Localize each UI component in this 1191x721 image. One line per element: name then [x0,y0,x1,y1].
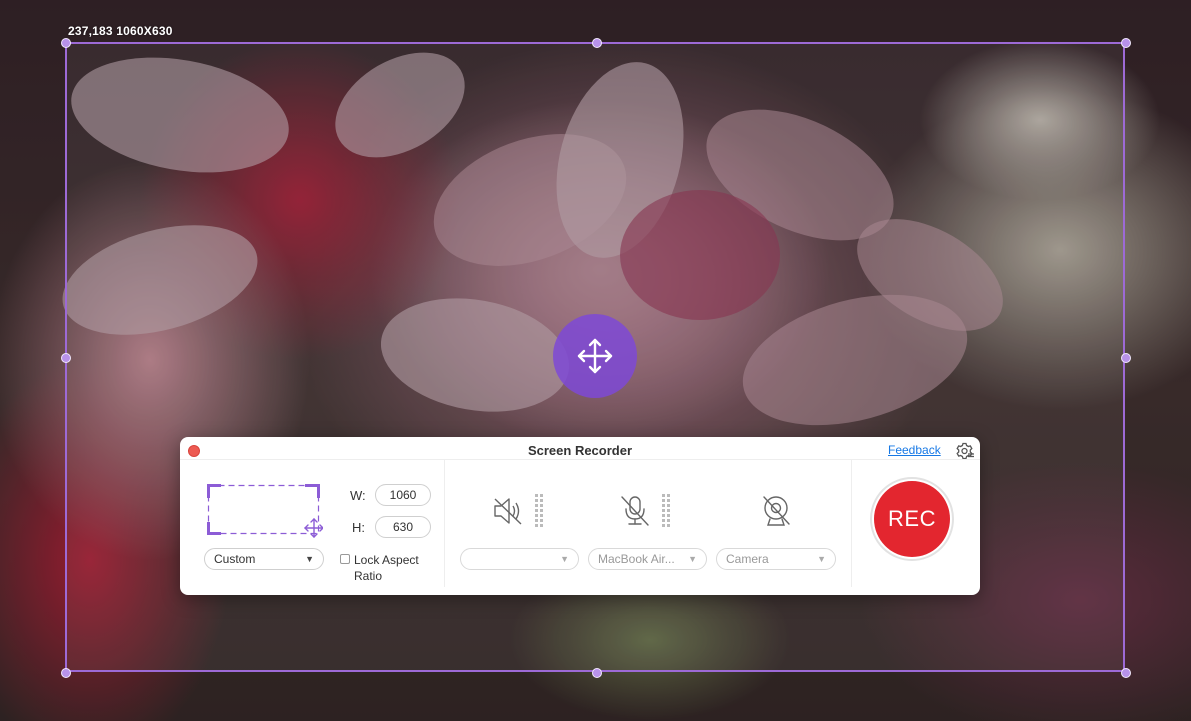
system-sound-level-meter [535,494,543,527]
header-divider [180,459,980,460]
selection-coordinates: 237,183 1060X630 [68,24,173,38]
region-mode-value: Custom [214,552,256,566]
system-sound-select[interactable]: ▼ [460,548,579,570]
section-divider [851,459,852,587]
resize-handle-right[interactable] [1121,353,1131,363]
feedback-link[interactable]: Feedback [888,443,941,457]
panel-title: Screen Recorder [527,443,633,458]
move-arrows-icon [577,338,613,374]
camera-select[interactable]: Camera ▼ [716,548,836,570]
lock-aspect-ratio-label: Lock Aspect Ratio [354,553,419,583]
lock-aspect-ratio-checkbox[interactable] [340,554,350,564]
resize-handle-top-left[interactable] [61,38,71,48]
height-input[interactable]: 630 [375,516,431,538]
microphone-value: MacBook Air... [598,552,675,566]
chevron-down-icon: ▼ [305,554,314,564]
resize-handle-top-right[interactable] [1121,38,1131,48]
record-button[interactable]: REC [870,477,954,561]
microphone-select[interactable]: MacBook Air... ▼ [588,548,707,570]
move-selection-button[interactable] [553,314,637,398]
microphone-muted-icon[interactable] [618,494,652,528]
resize-handle-bottom-left[interactable] [61,668,71,678]
resize-handle-bottom[interactable] [592,668,602,678]
screen-recorder-panel: Screen Recorder Feedback Custom ▼ W: 106… [180,437,980,595]
record-button-label: REC [874,481,950,557]
width-input[interactable]: 1060 [375,484,431,506]
resize-handle-left[interactable] [61,353,71,363]
settings-icon[interactable] [955,441,975,461]
microphone-level-meter [662,494,670,527]
resize-handle-bottom-right[interactable] [1121,668,1131,678]
region-mode-select[interactable]: Custom ▼ [204,548,324,570]
height-label: H: [352,520,365,535]
chevron-down-icon: ▼ [688,554,697,564]
section-divider [444,459,445,587]
custom-region-icon [207,484,323,538]
speaker-muted-icon[interactable] [491,494,525,528]
camera-off-icon[interactable] [759,494,793,528]
camera-value: Camera [726,552,769,566]
chevron-down-icon: ▼ [560,554,569,564]
resize-handle-top[interactable] [592,38,602,48]
width-label: W: [350,488,366,503]
chevron-down-icon: ▼ [817,554,826,564]
